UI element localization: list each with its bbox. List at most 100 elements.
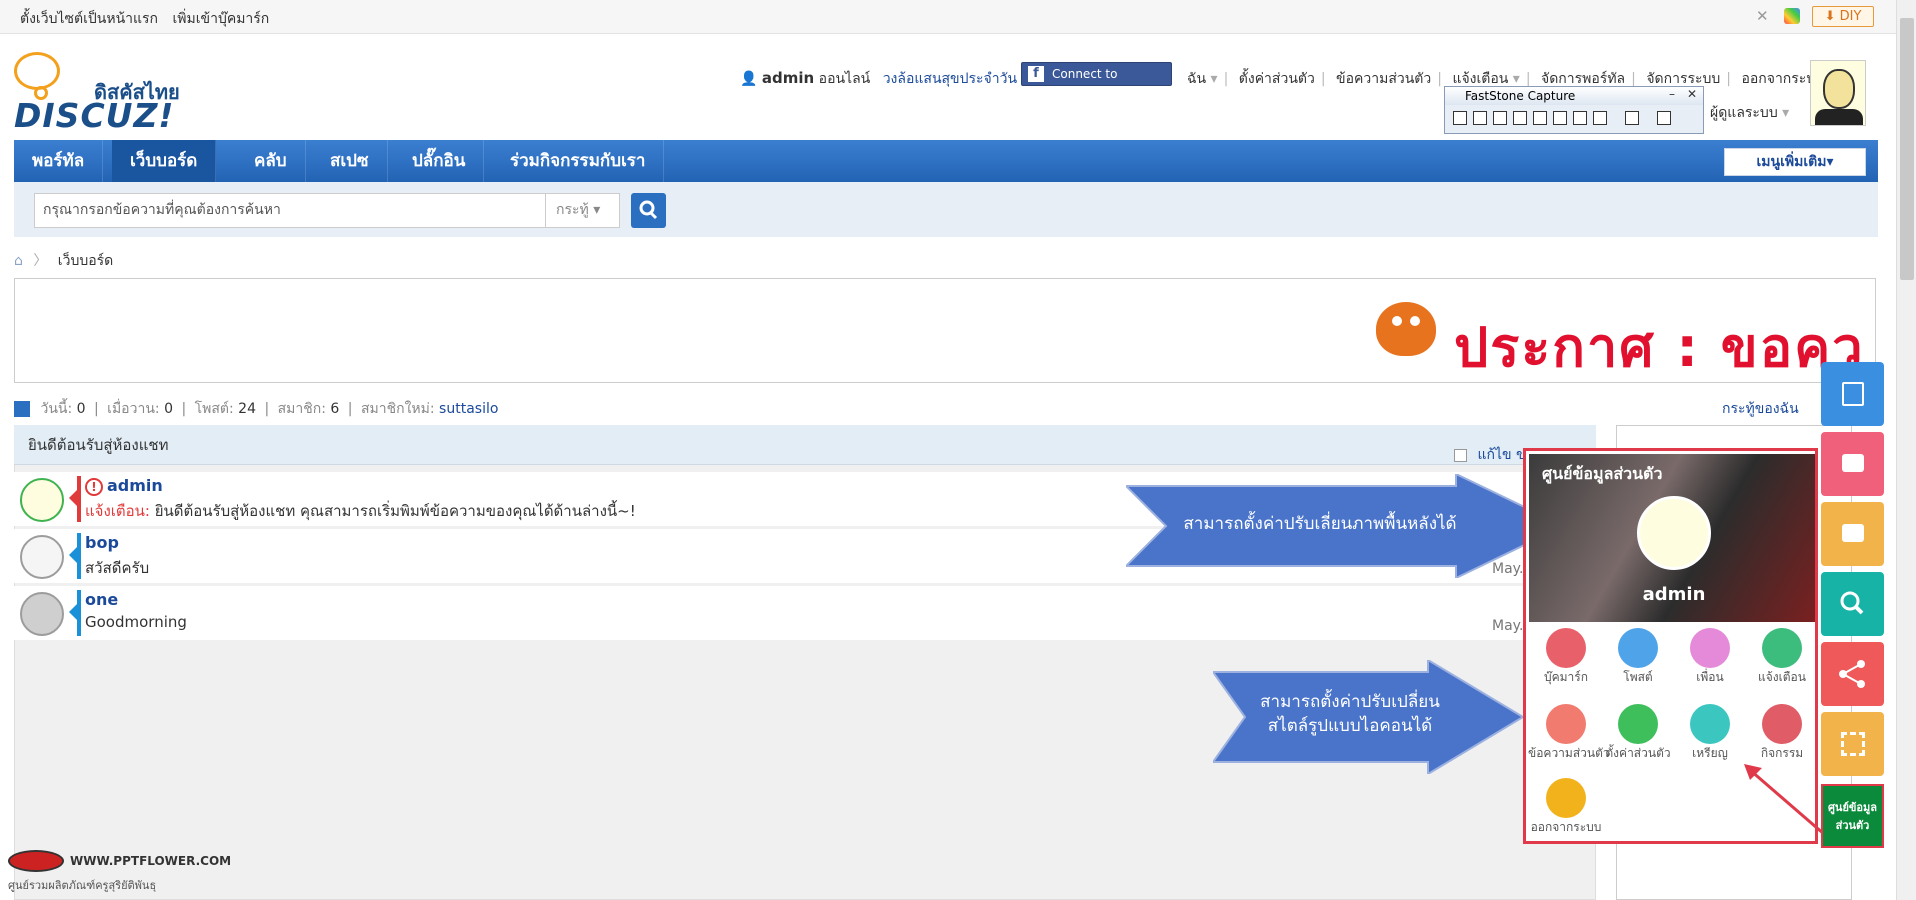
avatar[interactable] (20, 535, 64, 579)
scrollbar[interactable] (1896, 0, 1916, 900)
stats-yesterday-label: เมื่อวาน: (107, 401, 160, 417)
chat-title: ยินดีต้อนรับสู่ห้องแชท (28, 436, 169, 454)
diy-label: DIY (1839, 9, 1862, 24)
panel-item-posts[interactable]: โพสต์ (1600, 628, 1676, 687)
nav-plugin[interactable]: ปลั๊กอิน (394, 140, 485, 182)
minimize-icon[interactable]: – (1669, 87, 1675, 101)
settings-icon[interactable] (1657, 111, 1671, 125)
panel-item-messages[interactable]: ข้อความส่วนตัว (1528, 704, 1610, 763)
logo-bubble-icon (14, 52, 60, 90)
callout-icon-text: สามารถตั้งค่าปรับเปลี่ยน สไตล์รูปแบบไอคอ… (1245, 690, 1455, 738)
panel-item-settings[interactable]: ตั้งค่าส่วนตัว (1600, 704, 1676, 763)
panel-item-label: ข้อความส่วนตัว (1528, 746, 1610, 760)
output-icon[interactable] (1625, 111, 1639, 125)
edit-checkbox[interactable] (1454, 448, 1467, 462)
capture-object-icon[interactable] (1473, 111, 1487, 125)
panel-item-medals[interactable]: เหรียญ (1672, 704, 1748, 763)
chat-bar (77, 590, 81, 636)
lucky-wheel-link[interactable]: วงล้อแสนสุขประจำวัน (883, 71, 1017, 87)
capture-fixed-icon[interactable] (1573, 111, 1587, 125)
capture-rect-icon[interactable] (1493, 111, 1507, 125)
sidebar-edit-button[interactable] (1821, 362, 1884, 426)
avatar[interactable] (20, 592, 64, 636)
callout-icon-line2: สไตล์รูปแบบไอคอนได้ (1267, 716, 1433, 736)
nav-activity[interactable]: ร่วมกิจกรรมกับเรา (492, 140, 665, 182)
panel-item-activities[interactable]: กิจกรรม (1744, 704, 1820, 763)
sidebar-profile-center-button[interactable]: ศูนย์ข้อมูลส่วนตัว (1821, 784, 1884, 848)
chat-pointer (69, 604, 77, 620)
chat-username[interactable]: bop (85, 533, 119, 552)
avatar-body (1815, 109, 1863, 125)
scrollbar-thumb[interactable] (1900, 18, 1914, 280)
more-menu-button[interactable]: เมนูเพิ่มเติม▾ (1724, 148, 1866, 176)
menu-messages[interactable]: ข้อความส่วนตัว (1336, 71, 1431, 87)
chat-time: May. (1492, 618, 1524, 634)
sidebar-share-button[interactable] (1821, 642, 1884, 706)
person-icon (1690, 628, 1730, 668)
calendar-icon (1841, 524, 1864, 542)
avatar[interactable] (20, 478, 64, 522)
capture-scroll-icon[interactable] (1553, 111, 1567, 125)
role-label[interactable]: ผู้ดูแลระบบ ▾ (1710, 102, 1789, 124)
close-icon[interactable]: ✕ (1687, 87, 1697, 101)
chat-username[interactable]: one (85, 590, 118, 609)
menu-me[interactable]: ฉัน (1187, 71, 1206, 87)
panel-item-notifications[interactable]: แจ้งเตือน (1744, 628, 1820, 687)
nav-club[interactable]: คลับ (236, 140, 306, 182)
facebook-button-label: Connect to Facebook (1052, 67, 1118, 103)
nav-forum[interactable]: เว็บบอร์ด (112, 140, 217, 182)
my-threads-link[interactable]: กระทู้ของฉัน (1722, 398, 1799, 420)
chat-row: one Goodmorning May. (14, 586, 1530, 640)
nav-portal[interactable]: พอร์ทัล (14, 140, 104, 182)
chat-bar (77, 533, 81, 579)
theme-icon[interactable] (1784, 8, 1800, 24)
menu-settings[interactable]: ตั้งค่าส่วนตัว (1239, 71, 1315, 87)
power-icon (1546, 778, 1586, 818)
chat-message: แจ้งเตือน: ยินดีต้อนรับสู่ห้องแชท คุณสาม… (85, 499, 636, 523)
diy-button[interactable]: ⬇ DIY (1812, 6, 1874, 27)
mail-icon (1546, 704, 1586, 744)
chat-username[interactable]: ! admin (85, 476, 163, 496)
panel-item-label: แจ้งเตือน (1758, 670, 1806, 684)
edit-icon (1841, 382, 1864, 406)
menu-portal-admin[interactable]: จัดการพอร์ทัล (1541, 71, 1625, 87)
heart-eye-left (1392, 316, 1402, 326)
nav-space[interactable]: สเปซ (312, 140, 388, 182)
stats-posts-label: โพสต์: (194, 401, 234, 417)
capture-fullscreen-icon[interactable] (1533, 111, 1547, 125)
menu-system-admin[interactable]: จัดการระบบ (1646, 71, 1720, 87)
facebook-connect-button[interactable]: f Connect to Facebook (1021, 62, 1172, 103)
faststone-toolbar[interactable]: FastStone Capture ✕ – (1444, 86, 1704, 134)
panel-item-friends[interactable]: เพื่อน (1672, 628, 1748, 687)
avatar[interactable] (1810, 60, 1866, 126)
add-bookmark-link[interactable]: เพิ่มเข้าบุ๊คมาร์ก (172, 11, 269, 27)
panel-item-bookmark[interactable]: บุ๊คมาร์ก (1528, 628, 1604, 687)
search-button[interactable] (631, 193, 666, 228)
breadcrumb-current[interactable]: เว็บบอร์ด (58, 253, 113, 269)
home-icon[interactable]: ⌂ (14, 253, 23, 269)
chat-edit[interactable]: แก้ไข ขอ (1454, 435, 1534, 475)
stats-today-label: วันนี้: (40, 401, 73, 417)
username-link[interactable]: admin (762, 69, 814, 87)
collapse-icon[interactable]: ✕ (1756, 8, 1772, 24)
chat-bar (77, 476, 81, 522)
online-status: ออนไลน์ (818, 71, 871, 87)
sidebar-qrcode-button[interactable] (1821, 712, 1884, 776)
search-type-select[interactable]: กระทู้ ▾ (546, 193, 620, 228)
profile-avatar[interactable] (1637, 496, 1711, 570)
search-input[interactable]: กรุณากรอกข้อความที่คุณต้องการค้นหา (34, 193, 546, 228)
sidebar-calendar-button[interactable] (1821, 432, 1884, 496)
panel-item-logout[interactable]: ออกจากระบบ (1528, 778, 1604, 837)
set-homepage-link[interactable]: ตั้งเว็บไซต์เป็นหน้าแรก (20, 11, 158, 27)
capture-video-icon[interactable] (1593, 111, 1607, 125)
menu-notifications[interactable]: แจ้งเตือน (1452, 71, 1508, 87)
chat-username-text: admin (107, 476, 163, 495)
chat-bubble-icon (1762, 628, 1802, 668)
sidebar-search-button[interactable] (1821, 572, 1884, 636)
sidebar-calendar-button-2[interactable] (1821, 502, 1884, 566)
capture-freehand-icon[interactable] (1513, 111, 1527, 125)
capture-window-icon[interactable] (1453, 111, 1467, 125)
newest-member-link[interactable]: suttasilo (439, 401, 498, 417)
heart-icon (1546, 628, 1586, 668)
profile-panel-title: ศูนย์ข้อมูลส่วนตัว (1542, 464, 1663, 483)
